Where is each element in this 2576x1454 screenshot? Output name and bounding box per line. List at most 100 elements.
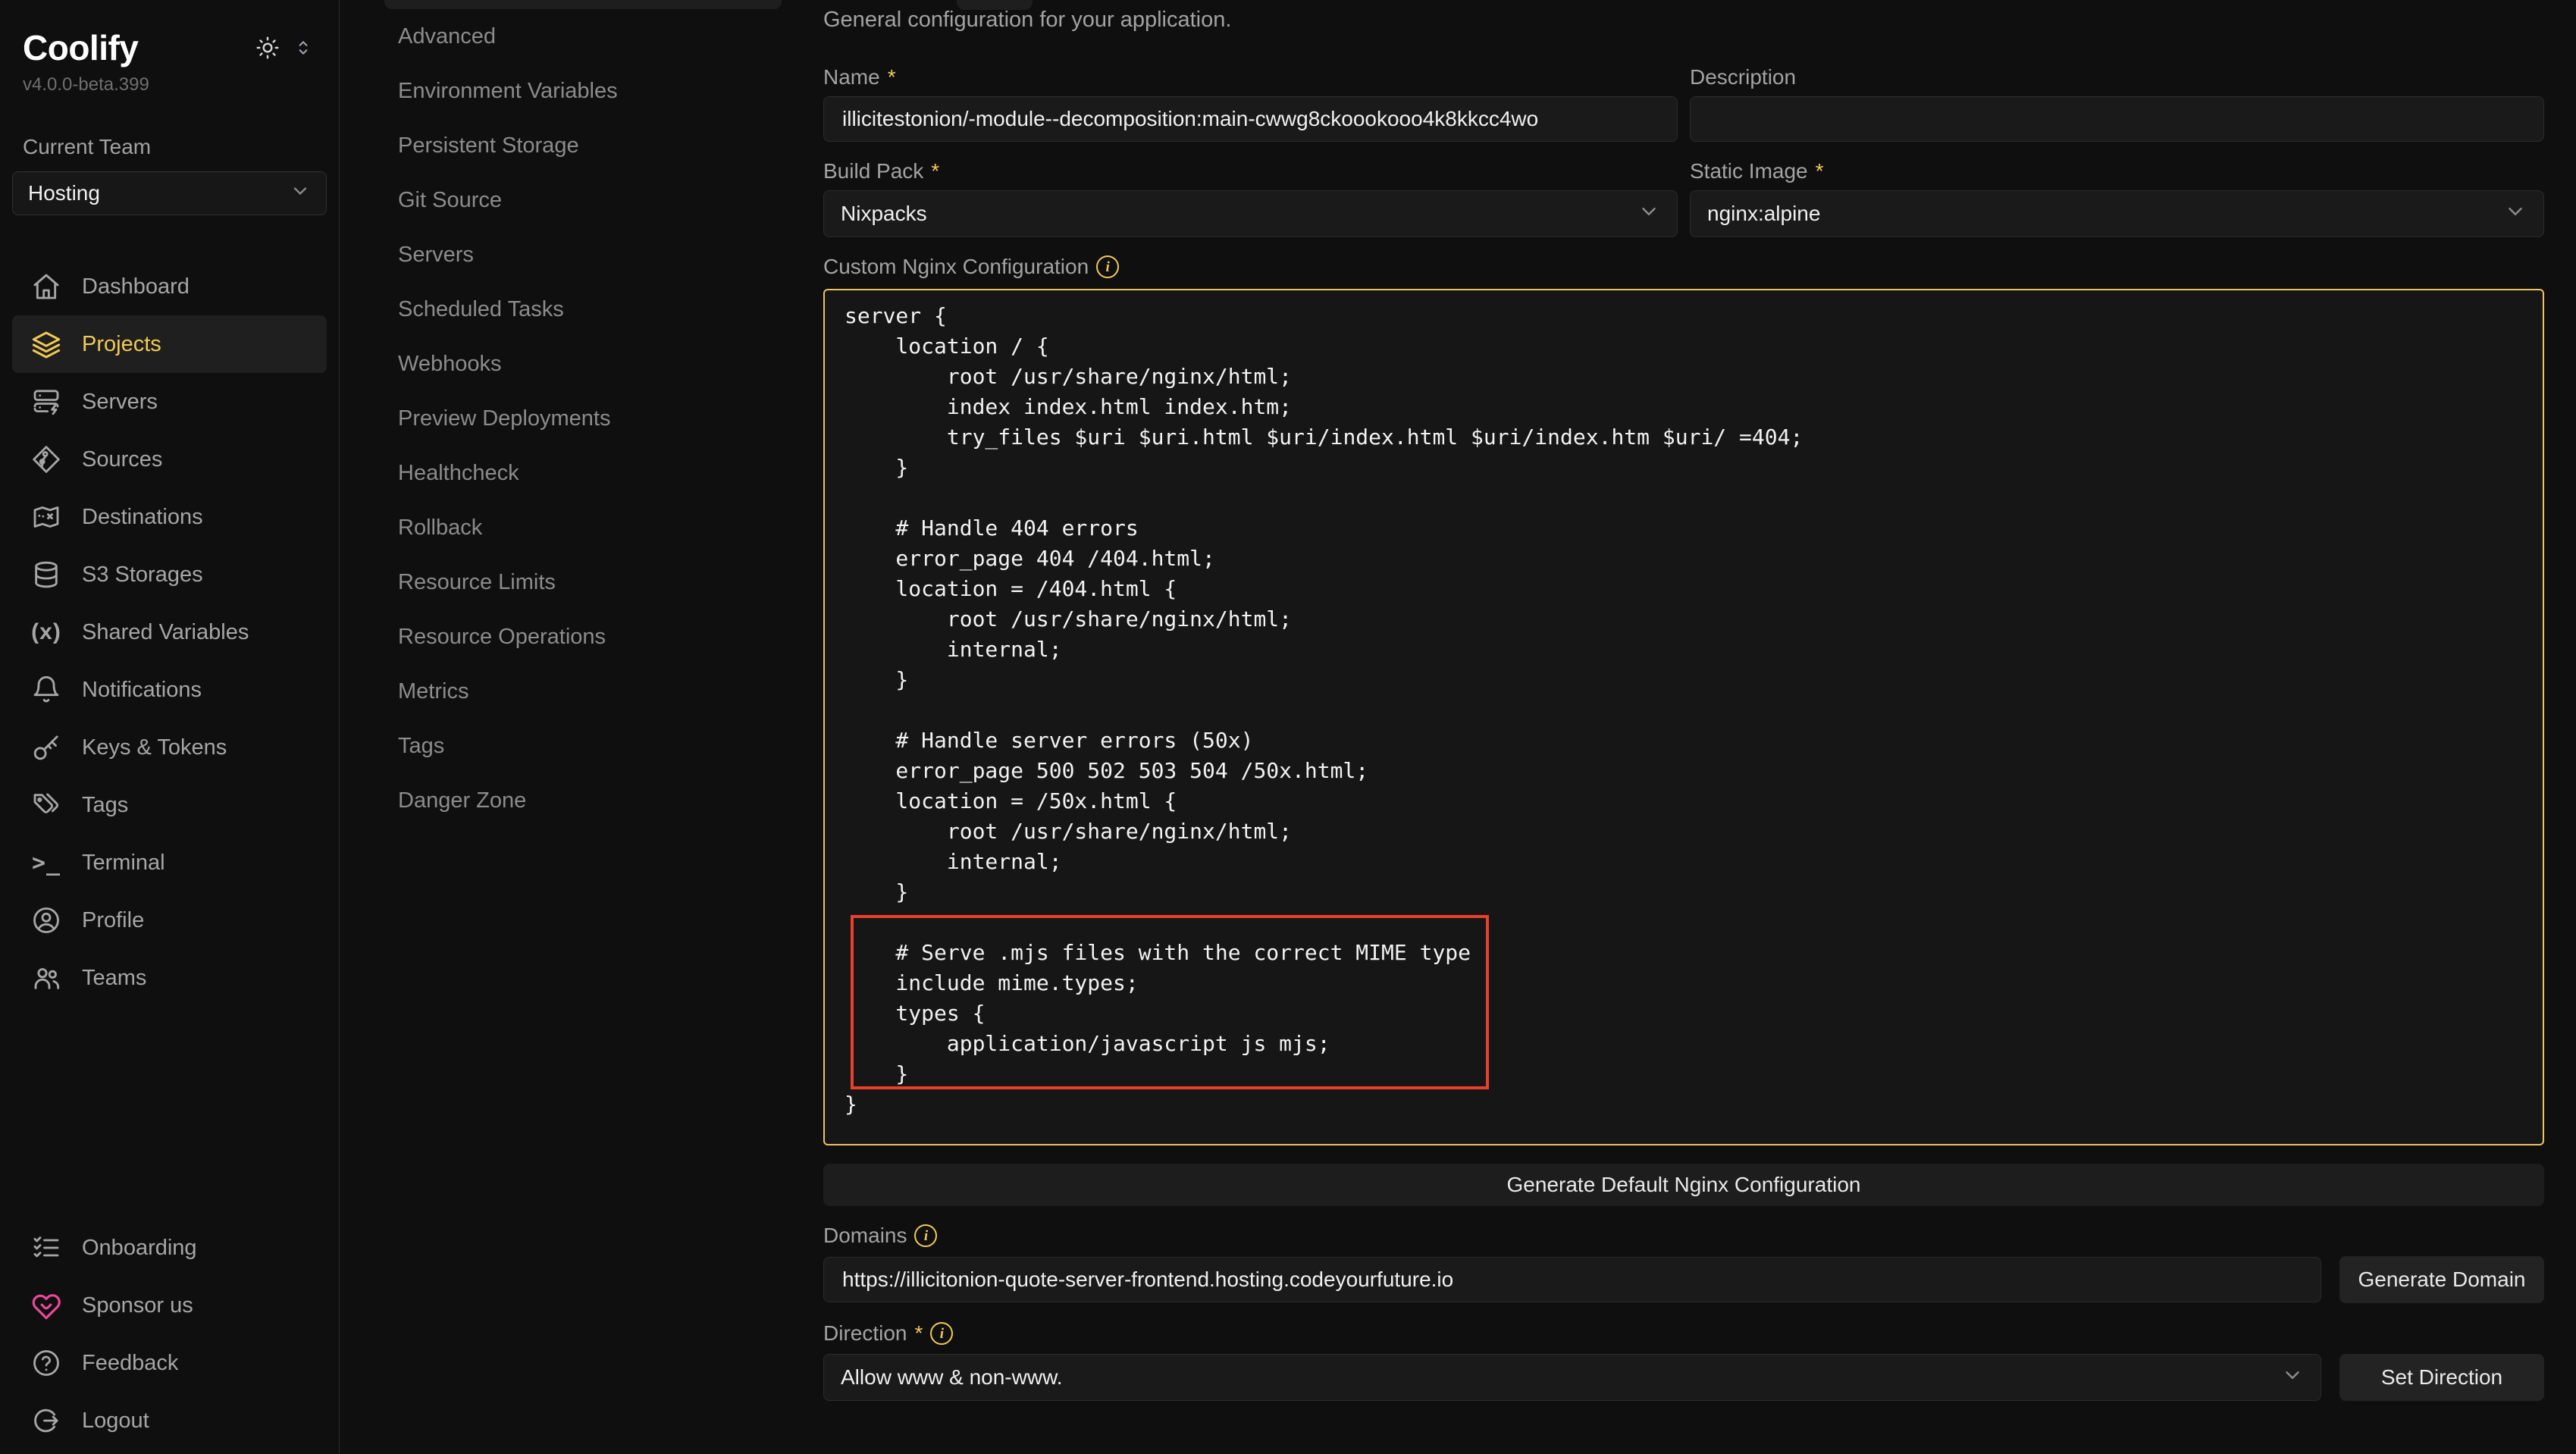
sidebar-item-profile[interactable]: Profile [12, 892, 327, 949]
description-field-group: Description [1690, 64, 2544, 142]
sidebar-item-label: Logout [82, 1409, 149, 1434]
config-menu-label: Resource Operations [398, 625, 606, 650]
sidebar-footer: Onboarding Sponsor us Feedback Logout [0, 1219, 339, 1449]
database-icon [30, 559, 62, 591]
config-menu-item-metrics[interactable]: Metrics [340, 664, 823, 719]
info-icon[interactable]: i [930, 1322, 953, 1345]
info-icon[interactable]: i [1096, 255, 1119, 278]
sidebar-item-shared-variables[interactable]: (x) Shared Variables [12, 603, 327, 661]
sidebar-item-dashboard[interactable]: Dashboard [12, 258, 327, 315]
sidebar-item-sponsor-us[interactable]: Sponsor us [12, 1277, 327, 1334]
config-menu-label: Webhooks [398, 352, 502, 377]
required-marker: * [888, 65, 896, 89]
config-menu-label: Persistent Storage [398, 133, 579, 158]
required-marker: * [914, 1321, 923, 1346]
direction-value: Allow www & non-www. [841, 1365, 1063, 1390]
config-menu-item-healthcheck[interactable]: Healthcheck [340, 446, 823, 500]
config-menu-item-servers[interactable]: Servers [340, 227, 823, 282]
sidebar-item-label: Tags [82, 793, 128, 818]
sidebar-item-tags[interactable]: Tags [12, 776, 327, 834]
config-menu-label: Resource Limits [398, 570, 556, 595]
tags-icon [30, 789, 62, 821]
sidebar-item-notifications[interactable]: Notifications [12, 661, 327, 719]
sidebar-item-keys-tokens[interactable]: Keys & Tokens [12, 719, 327, 776]
config-menu-label: Preview Deployments [398, 406, 610, 431]
chevron-down-icon [1637, 200, 1660, 228]
sidebar-item-onboarding[interactable]: Onboarding [12, 1219, 327, 1277]
config-menu-item-git-source[interactable]: Git Source [340, 173, 823, 227]
static-image-select[interactable]: nginx:alpine [1690, 190, 2544, 237]
sidebar-item-feedback[interactable]: Feedback [12, 1334, 327, 1392]
sidebar-item-label: S3 Storages [82, 562, 203, 588]
sidebar-item-terminal[interactable]: >_ Terminal [12, 834, 327, 892]
sidebar-item-destinations[interactable]: Destinations [12, 488, 327, 546]
name-label: Name [823, 65, 880, 89]
config-menu-item-rollback[interactable]: Rollback [340, 500, 823, 555]
sidebar-item-teams[interactable]: Teams [12, 949, 327, 1007]
config-menu-item-preview-deployments[interactable]: Preview Deployments [340, 391, 823, 446]
config-menu-label: Danger Zone [398, 788, 526, 813]
team-select[interactable]: Hosting [12, 171, 327, 215]
generate-domain-button[interactable]: Generate Domain [2339, 1256, 2544, 1303]
direction-select[interactable]: Allow www & non-www. [823, 1354, 2321, 1401]
app-logo: Coolify [23, 27, 138, 68]
description-input[interactable] [1690, 96, 2544, 142]
nginx-config-label: Custom Nginx Configuration [823, 255, 1089, 279]
current-team-label: Current Team [0, 96, 339, 159]
sidebar-item-label: Sources [82, 447, 162, 472]
sidebar-item-label: Teams [82, 966, 146, 991]
sidebar-item-logout[interactable]: Logout [12, 1392, 327, 1449]
checklist-icon [30, 1232, 62, 1264]
sidebar-item-s3-storages[interactable]: S3 Storages [12, 546, 327, 603]
sidebar-item-label: Shared Variables [82, 620, 249, 645]
config-menu-label: Advanced [398, 24, 496, 49]
build-pack-field-group: Build Pack * Nixpacks [823, 158, 1678, 237]
sidebar-item-label: Servers [82, 390, 158, 415]
config-menu-item-scheduled-tasks[interactable]: Scheduled Tasks [340, 282, 823, 337]
sidebar-item-projects[interactable]: Projects [12, 315, 327, 373]
config-menu: Advanced Environment Variables Persisten… [340, 0, 823, 828]
config-menu-item-persistent-storage[interactable]: Persistent Storage [340, 118, 823, 173]
logout-icon [30, 1405, 62, 1437]
general-config-panel: General configuration for your applicati… [823, 0, 2544, 1401]
domains-label: Domains [823, 1224, 907, 1248]
sidebar-item-servers[interactable]: Servers [12, 373, 327, 431]
team-select-value: Hosting [28, 181, 100, 205]
user-circle-icon [30, 904, 62, 936]
nginx-config-code[interactable]: server { location / { root /usr/share/ng… [825, 290, 2543, 1130]
theme-sun-icon[interactable] [255, 36, 280, 60]
config-menu-item-danger-zone[interactable]: Danger Zone [340, 773, 823, 828]
static-image-value: nginx:alpine [1707, 202, 1820, 226]
config-menu-selected-partial[interactable] [384, 0, 782, 9]
theme-selector-chevrons-icon[interactable] [293, 38, 313, 58]
sidebar: Coolify v4.0.0-beta.399 Current Team Hos… [0, 0, 340, 1454]
config-menu-item-advanced[interactable]: Advanced [340, 9, 823, 64]
sidebar-item-label: Destinations [82, 505, 203, 530]
build-pack-label: Build Pack [823, 159, 923, 183]
config-menu-label: Scheduled Tasks [398, 297, 564, 322]
partial-top-button[interactable] [957, 0, 1033, 10]
config-menu-item-resource-limits[interactable]: Resource Limits [340, 555, 823, 609]
static-image-label: Static Image [1690, 159, 1808, 183]
required-marker: * [931, 159, 939, 183]
generate-default-nginx-button[interactable]: Generate Default Nginx Configuration [823, 1164, 2544, 1206]
name-field-group: Name * [823, 64, 1678, 142]
nginx-config-editor[interactable]: server { location / { root /usr/share/ng… [823, 289, 2544, 1145]
info-icon[interactable]: i [914, 1224, 937, 1247]
set-direction-button[interactable]: Set Direction [2339, 1354, 2544, 1401]
server-icon [30, 386, 62, 418]
sidebar-item-sources[interactable]: Sources [12, 431, 327, 488]
config-menu-item-webhooks[interactable]: Webhooks [340, 337, 823, 391]
build-pack-select[interactable]: Nixpacks [823, 190, 1678, 237]
direction-label: Direction [823, 1321, 907, 1346]
chevron-down-icon [2281, 1364, 2304, 1392]
config-menu-item-resource-operations[interactable]: Resource Operations [340, 609, 823, 664]
config-menu-item-environment-variables[interactable]: Environment Variables [340, 64, 823, 118]
config-menu-label: Metrics [398, 679, 469, 704]
page-subtitle: General configuration for your applicati… [823, 8, 2544, 33]
domains-input[interactable] [823, 1257, 2321, 1302]
braces-x-icon: (x) [30, 616, 62, 648]
sidebar-item-label: Dashboard [82, 274, 190, 299]
name-input[interactable] [823, 96, 1678, 142]
config-menu-item-tags[interactable]: Tags [340, 719, 823, 773]
